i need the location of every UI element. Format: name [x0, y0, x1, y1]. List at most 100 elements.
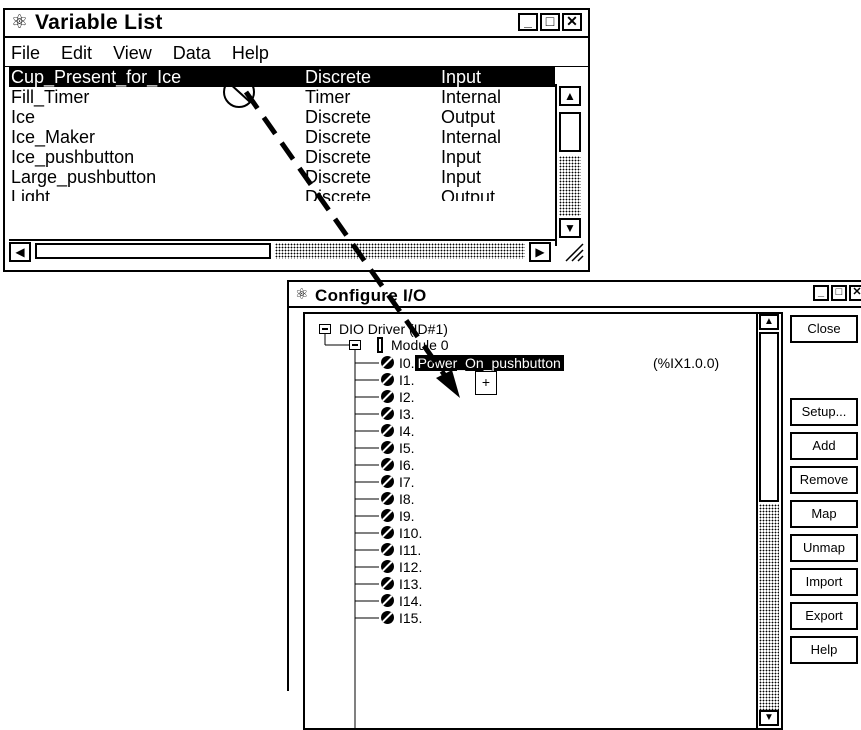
input-point-icon — [381, 441, 394, 454]
variable-list: Cup_Present_for_Ice Discrete Input Fill_… — [9, 67, 555, 239]
io-point-label[interactable]: I0. Power_On_pushbutton — [399, 355, 564, 371]
scroll-track[interactable] — [759, 504, 779, 710]
variable-name: Light — [11, 187, 51, 201]
module-icon — [377, 337, 383, 353]
drop-cursor-icon: + — [475, 371, 497, 395]
variable-type: Discrete — [305, 127, 372, 147]
list-item[interactable]: Cup_Present_for_Ice Discrete Input — [9, 67, 555, 87]
scroll-thumb[interactable] — [759, 332, 779, 502]
tree-lines — [324, 334, 379, 728]
input-point-icon — [381, 424, 394, 437]
minimize-button[interactable]: _ — [518, 13, 538, 31]
io-point-label[interactable]: I11. — [399, 542, 421, 558]
map-button[interactable]: Map — [790, 500, 858, 528]
menu-data[interactable]: Data — [173, 43, 211, 63]
io-point-label[interactable]: I3. — [399, 406, 415, 422]
close-button[interactable]: ✕ — [849, 285, 861, 301]
list-item[interactable]: Large_pushbutton Discrete Input — [9, 167, 555, 187]
variable-usage: Output — [441, 107, 496, 127]
mapped-tag-label[interactable]: Power_On_pushbutton — [414, 355, 564, 371]
variable-usage: Input — [441, 167, 482, 187]
scroll-right-button[interactable]: ▶ — [529, 242, 551, 262]
scroll-track[interactable] — [275, 243, 525, 259]
input-point-icon — [381, 509, 394, 522]
list-item[interactable]: Ice Discrete Output — [9, 107, 555, 127]
import-button[interactable]: Import — [790, 568, 858, 596]
resize-grip-icon[interactable] — [562, 242, 584, 262]
io-point-label[interactable]: I14. — [399, 593, 422, 609]
variable-type: Discrete — [305, 147, 372, 167]
menu-bar: File Edit View Data Help — [5, 40, 588, 67]
remove-button[interactable]: Remove — [790, 466, 858, 494]
list-item[interactable]: Ice_Maker Discrete Internal — [9, 127, 555, 147]
io-point-label[interactable]: I5. — [399, 440, 415, 456]
input-point-icon — [381, 373, 394, 386]
variable-usage: Input — [441, 67, 482, 87]
io-point-label[interactable]: I4. — [399, 423, 415, 439]
maximize-button[interactable]: □ — [831, 285, 847, 301]
configure-io-titlebar[interactable]: ⚛ Configure I/O _ □ ✕ — [289, 282, 861, 308]
driver-label[interactable]: DIO Driver (ID#1) — [339, 321, 448, 337]
io-point-label[interactable]: I7. — [399, 474, 415, 490]
list-item[interactable]: Fill_Timer Timer Internal — [9, 87, 555, 107]
input-point-icon — [381, 526, 394, 539]
menu-view[interactable]: View — [113, 43, 152, 63]
io-point-label[interactable]: I2. — [399, 389, 415, 405]
io-point-label[interactable]: I10. — [399, 525, 422, 541]
close-button[interactable]: ✕ — [562, 13, 582, 31]
list-item[interactable]: Light Discrete Output — [9, 187, 555, 201]
variable-usage: Input — [441, 147, 482, 167]
maximize-button[interactable]: □ — [540, 13, 560, 31]
variable-name: Ice_pushbutton — [11, 147, 135, 167]
mapped-address: (%IX1.0.0) — [653, 355, 720, 371]
scroll-down-button[interactable]: ▼ — [559, 218, 581, 238]
io-point-label[interactable]: I9. — [399, 508, 415, 524]
variable-usage: Output — [441, 187, 496, 201]
menu-edit[interactable]: Edit — [61, 43, 92, 63]
export-button[interactable]: Export — [790, 602, 858, 630]
atom-icon: ⚛ — [11, 12, 29, 33]
menu-help[interactable]: Help — [232, 43, 269, 63]
variable-list-window: ⚛ Variable List _ □ ✕ File Edit View Dat… — [3, 8, 590, 272]
unmap-button[interactable]: Unmap — [790, 534, 858, 562]
minimize-button[interactable]: _ — [813, 285, 829, 301]
input-point-icon — [381, 594, 394, 607]
list-horizontal-scrollbar[interactable]: ◀ ▶ — [9, 239, 555, 262]
setup-button[interactable]: Setup... — [790, 398, 858, 426]
variable-type: Discrete — [305, 67, 372, 87]
module-label[interactable]: Module 0 — [391, 337, 449, 353]
add-button[interactable]: Add — [790, 432, 858, 460]
configure-io-window: ⚛ Configure I/O _ □ ✕ DIO Driver (ID#1) … — [287, 280, 861, 730]
scroll-thumb[interactable] — [559, 112, 581, 152]
tree-vertical-scrollbar[interactable]: ▲ ▼ — [756, 314, 781, 728]
window-title: Configure I/O — [315, 286, 427, 305]
variable-name: Large_pushbutton — [11, 167, 157, 187]
collapse-driver-icon[interactable] — [319, 324, 331, 334]
help-button[interactable]: Help — [790, 636, 858, 664]
variable-type: Timer — [305, 87, 351, 107]
close-dialog-button[interactable]: Close — [790, 315, 858, 343]
scroll-down-button[interactable]: ▼ — [759, 710, 779, 726]
io-point-label[interactable]: I6. — [399, 457, 415, 473]
input-point-icon — [381, 577, 394, 590]
variable-list-titlebar[interactable]: ⚛ Variable List _ □ ✕ — [5, 10, 588, 38]
io-point-label[interactable]: I8. — [399, 491, 415, 507]
scroll-up-button[interactable]: ▲ — [559, 86, 581, 106]
scroll-left-button[interactable]: ◀ — [9, 242, 31, 262]
variable-name: Ice — [11, 107, 36, 127]
list-vertical-scrollbar[interactable]: ▲ ▼ — [555, 84, 586, 246]
input-point-icon — [381, 458, 394, 471]
io-point-label[interactable]: I1. — [399, 372, 415, 388]
scroll-track[interactable] — [559, 156, 581, 216]
scroll-up-button[interactable]: ▲ — [759, 314, 779, 330]
collapse-module-icon[interactable] — [349, 340, 361, 350]
io-point-label[interactable]: I12. — [399, 559, 422, 575]
input-point-icon — [381, 492, 394, 505]
io-point-label[interactable]: I13. — [399, 576, 422, 592]
list-item[interactable]: Ice_pushbutton Discrete Input — [9, 147, 555, 167]
io-point-label[interactable]: I15. — [399, 610, 422, 626]
window-title: Variable List — [35, 11, 163, 34]
menu-file[interactable]: File — [11, 43, 40, 63]
scroll-thumb[interactable] — [35, 243, 271, 259]
action-buttons: Close Setup... Add Remove Map Unmap Impo… — [790, 312, 861, 692]
